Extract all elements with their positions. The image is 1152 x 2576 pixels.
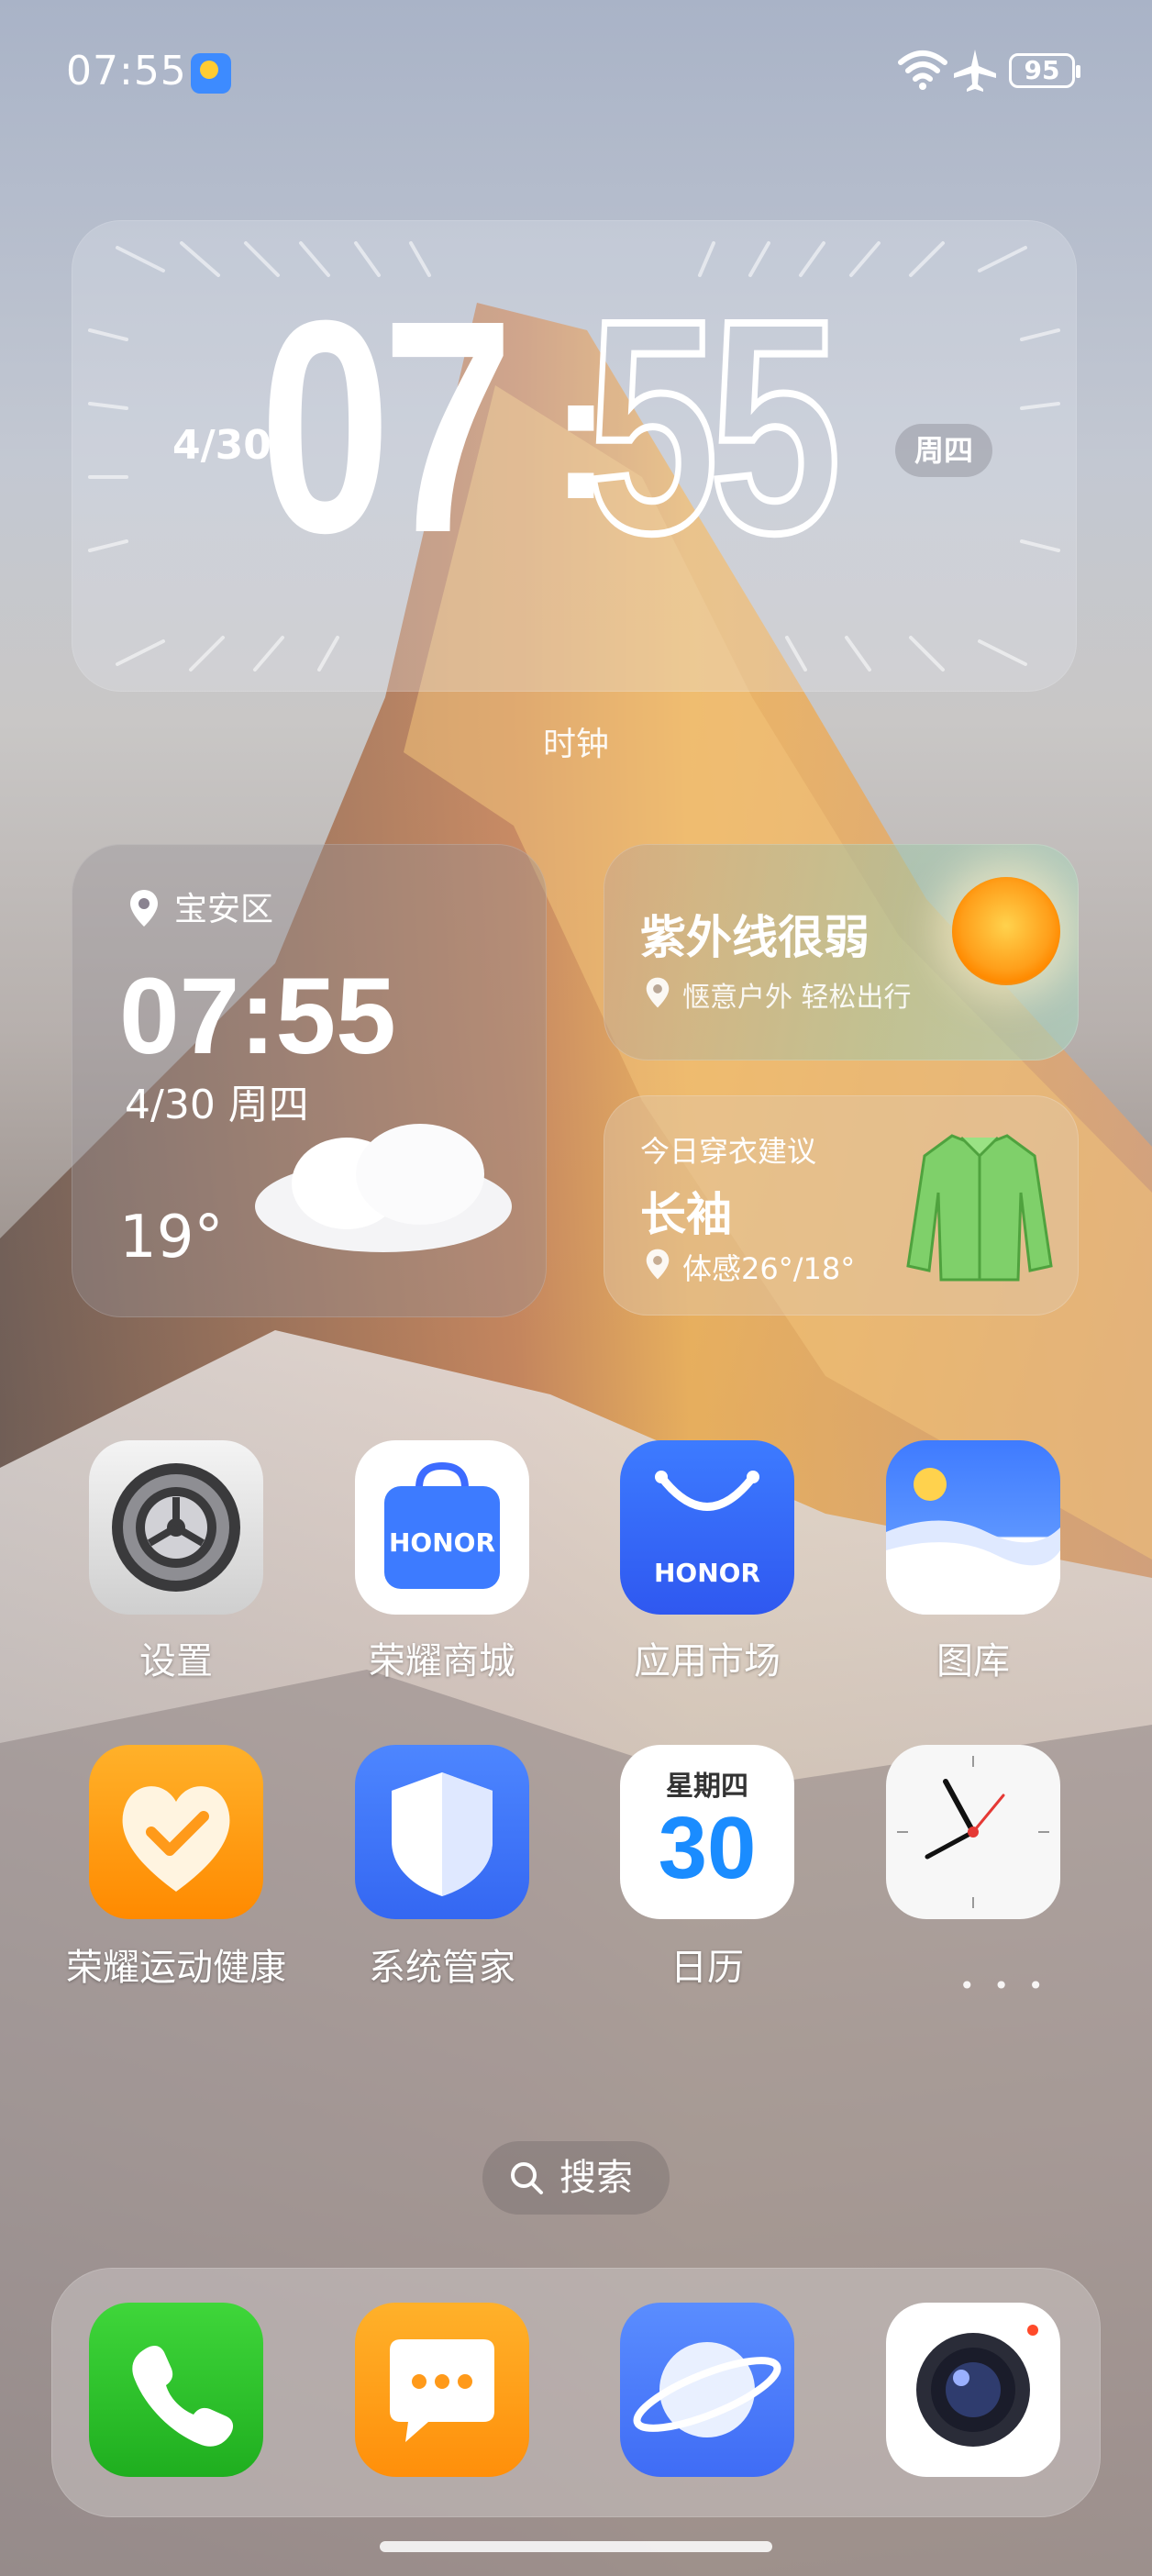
phone-icon [132,2345,234,2447]
clothing-feels-like: 体感26°/18° [682,1251,856,1286]
uv-title: 紫外线很弱 [640,911,870,964]
shield-icon [392,1772,493,1896]
battery-indicator: 95 [1009,53,1080,88]
clock-widget[interactable]: 4/30 07 : 55 周四 [72,220,1077,692]
phone-manager-app-label[interactable]: 系统管家 [309,1938,575,1991]
phone-app-icon[interactable] [89,2303,263,2477]
app-market-icon[interactable]: HONOR [620,1440,794,1615]
search-label: 搜索 [559,2157,633,2199]
weather-temperature: 19° [119,1204,224,1271]
heart-check-icon [122,1786,230,1892]
settings-app-label[interactable]: 设置 [43,1631,309,1684]
phone-manager-app-icon[interactable] [355,1745,529,1919]
clock-weekday-badge: 周四 [895,424,992,477]
camera-app-icon[interactable] [886,2303,1060,2477]
search-button[interactable]: 搜索 [482,2141,670,2215]
weather-time: 07:55 [119,956,396,1077]
uv-index-widget[interactable]: 紫外线很弱 惬意户外 轻松出行 [604,844,1079,1060]
sun-icon [952,877,1060,985]
clothing-advice-widget[interactable]: 今日穿衣建议 长袖 体感26°/18° [604,1095,1079,1316]
cloud-icon [255,1124,512,1252]
app-market-label[interactable]: 应用市场 [574,1631,840,1684]
location-pin-icon [646,977,670,1008]
clock-hour: 07 [260,257,514,595]
weather-location: 宝安区 [174,891,274,928]
wifi-icon [898,50,947,90]
clothing-title: 今日穿衣建议 [640,1134,817,1169]
gallery-app-icon[interactable] [886,1440,1060,1615]
page-indicator-dots: • • • [959,1971,1049,2001]
settings-app-icon[interactable] [89,1440,263,1615]
honor-mall-app-icon[interactable]: HONOR [355,1440,529,1615]
smile-bag-icon [655,1471,759,1511]
location-pin-icon [646,1249,670,1280]
clock-minute: 55 [584,257,844,595]
clock-date: 4/30 [172,422,271,469]
gallery-app-label[interactable]: 图库 [840,1631,1106,1684]
clock-app-icon[interactable] [886,1745,1060,1919]
calendar-app-label[interactable]: 日历 [574,1938,840,1991]
home-indicator-bar[interactable] [380,2541,772,2552]
calendar-app-icon[interactable]: 星期四 30 [620,1745,794,1919]
gear-icon [112,1463,240,1592]
honor-logo-text: HONOR [653,1558,761,1588]
browser-app-icon[interactable] [620,2303,794,2477]
analog-clock-icon [897,1756,1049,1908]
status-time: 07:55 [66,48,187,94]
camera-lens-icon [916,2325,1038,2447]
health-app-label[interactable]: 荣耀运动健康 [43,1938,309,1991]
honor-logo-text: HONOR [388,1527,496,1558]
weather-widget[interactable]: 宝安区 07:55 4/30 周四 19° [72,844,547,1317]
clock-widget-label: 时钟 [542,726,609,763]
messages-app-icon[interactable] [355,2303,529,2477]
planet-icon [633,2342,781,2437]
honor-mall-app-label[interactable]: 荣耀商城 [309,1631,575,1684]
health-app-icon[interactable] [89,1745,263,1919]
uv-subtitle: 惬意户外 轻松出行 [682,982,912,1014]
picture-icon [886,1468,1060,1615]
weather-status-icon [191,53,231,94]
message-bubble-icon [390,2339,494,2442]
long-sleeve-shirt-icon [906,1134,1053,1282]
calendar-day: 30 [658,1799,757,1897]
airplane-icon [954,50,996,92]
clothing-item: 长袖 [640,1188,732,1241]
location-pin-icon [130,890,158,927]
search-icon [511,2162,543,2194]
